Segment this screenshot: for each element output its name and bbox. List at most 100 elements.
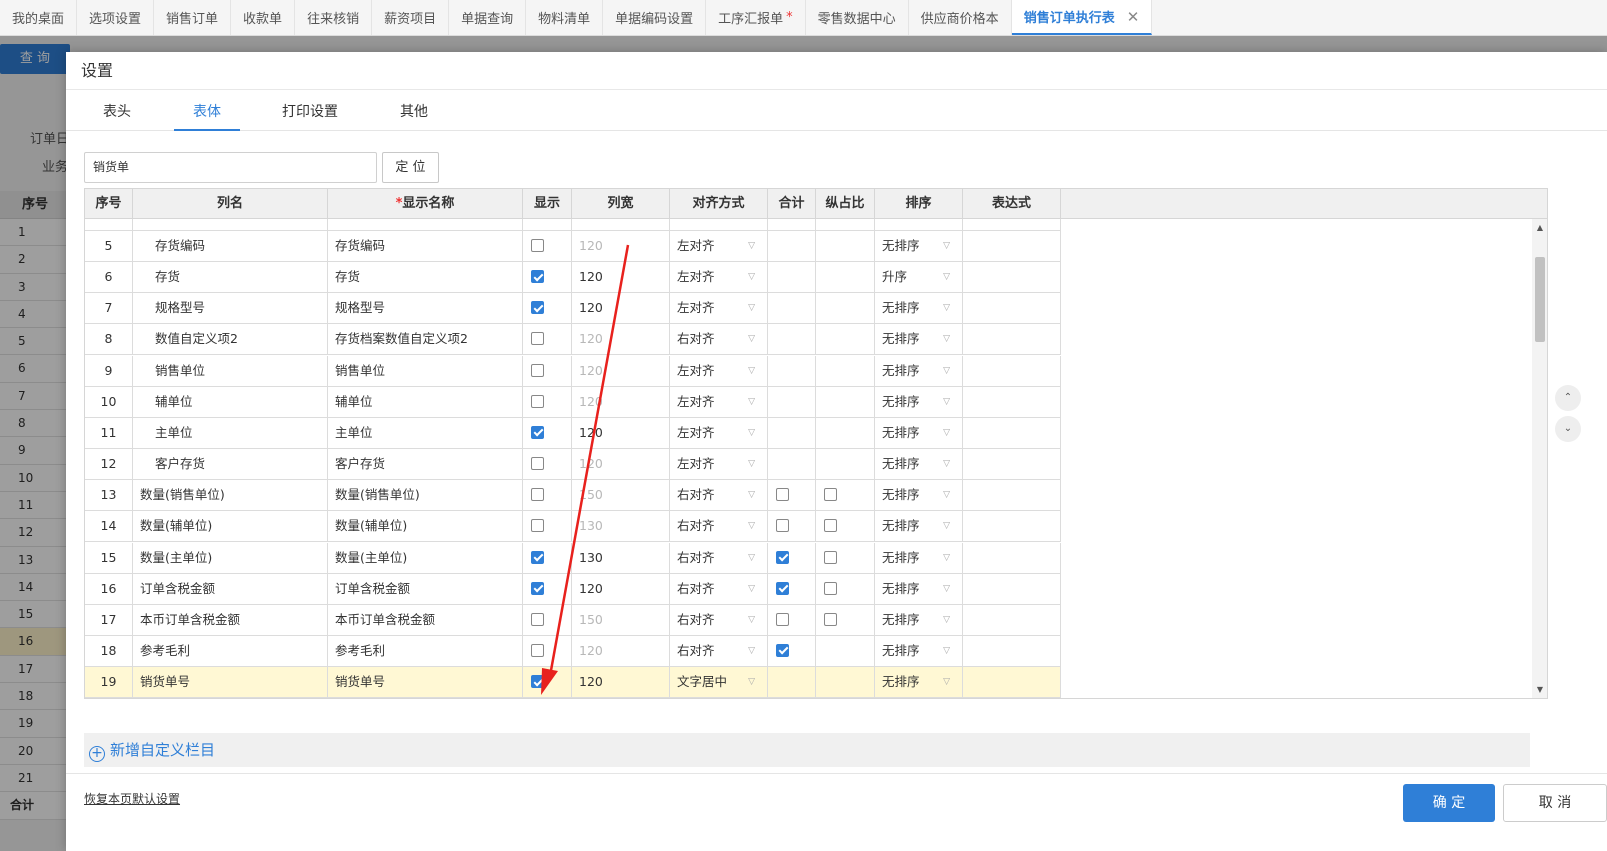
- cell-sort[interactable]: 无排序 ▽: [875, 231, 963, 261]
- cell-sort[interactable]: 无排序 ▽: [875, 635, 963, 666]
- sum-checkbox[interactable]: [776, 488, 789, 502]
- cell-width[interactable]: 120: [572, 449, 670, 480]
- sum-checkbox[interactable]: [776, 643, 789, 657]
- cell-expression[interactable]: [963, 324, 1061, 355]
- cell-expression[interactable]: [963, 386, 1061, 417]
- top-tab[interactable]: 薪资项目: [372, 0, 450, 35]
- cell-sort[interactable]: 无排序 ▽: [875, 355, 963, 386]
- table-row[interactable]: 16 订单含税金额 订单含税金额 120 右对齐 ▽ 无排序 ▽: [85, 573, 1061, 605]
- cell-align[interactable]: 右对齐 ▽: [670, 573, 768, 604]
- cell-width[interactable]: 120: [572, 231, 670, 261]
- locate-button[interactable]: 定 位: [382, 152, 439, 183]
- sum-checkbox[interactable]: [776, 612, 789, 626]
- table-row[interactable]: 14 数量(辅单位) 数量(辅单位) 130 右对齐 ▽ 无排序 ▽: [85, 511, 1061, 543]
- cell-display-name[interactable]: 销售单位: [328, 355, 523, 386]
- table-row[interactable]: 13 数量(销售单位) 数量(销售单位) 150 右对齐 ▽ 无排序 ▽: [85, 480, 1061, 512]
- sum-checkbox[interactable]: [776, 550, 789, 564]
- cell-sort[interactable]: 无排序 ▽: [875, 293, 963, 324]
- cell-align[interactable]: 左对齐 ▽: [670, 355, 768, 386]
- cell-width[interactable]: 120: [572, 417, 670, 448]
- top-tab[interactable]: 收款单: [231, 0, 296, 35]
- table-row[interactable]: 5 存货编码 存货编码 120 左对齐 ▽ 无排序 ▽: [85, 231, 1061, 262]
- cell-expression[interactable]: [963, 635, 1061, 666]
- cell-align[interactable]: 左对齐 ▽: [670, 293, 768, 324]
- cell-sort[interactable]: 无排序 ▽: [875, 324, 963, 355]
- cell-sort[interactable]: 无排序 ▽: [875, 573, 963, 604]
- cell-align[interactable]: 右对齐 ▽: [670, 511, 768, 542]
- show-checkbox[interactable]: [531, 332, 544, 346]
- show-checkbox[interactable]: [531, 581, 544, 595]
- table-row[interactable]: 12 客户存货 客户存货 120 左对齐 ▽ 无排序 ▽: [85, 449, 1061, 481]
- show-checkbox[interactable]: [531, 675, 544, 689]
- scroll-up-icon[interactable]: ▲: [1532, 223, 1547, 232]
- scroll-down-icon[interactable]: ▼: [1532, 685, 1547, 694]
- cell-width[interactable]: 130: [572, 542, 670, 573]
- top-tab[interactable]: 销售订单执行表 ✕: [1011, 0, 1153, 35]
- show-checkbox[interactable]: [531, 519, 544, 533]
- cell-sort[interactable]: 无排序 ▽: [875, 480, 963, 511]
- tab-other[interactable]: 其他: [396, 91, 432, 131]
- cell-width[interactable]: 120: [572, 324, 670, 355]
- cell-width[interactable]: 120: [572, 573, 670, 604]
- close-icon[interactable]: ✕: [1127, 8, 1140, 26]
- cell-expression[interactable]: [963, 511, 1061, 542]
- cell-width[interactable]: 150: [572, 480, 670, 511]
- top-tab[interactable]: 单据查询: [449, 0, 527, 35]
- cell-align[interactable]: 左对齐 ▽: [670, 386, 768, 417]
- table-row[interactable]: 17 本币订单含税金额 本币订单含税金额 150 右对齐 ▽ 无排序 ▽: [85, 604, 1061, 636]
- show-checkbox[interactable]: [531, 550, 544, 564]
- ratio-checkbox[interactable]: [824, 581, 837, 595]
- cell-expression[interactable]: [963, 573, 1061, 604]
- cell-sort[interactable]: 无排序 ▽: [875, 604, 963, 635]
- show-checkbox[interactable]: [531, 239, 544, 252]
- cell-expression[interactable]: [963, 542, 1061, 573]
- sum-checkbox[interactable]: [776, 519, 789, 533]
- table-row[interactable]: 8 数值自定义项2 存货档案数值自定义项2 120 右对齐 ▽ 无排序 ▽: [85, 324, 1061, 356]
- cell-display-name[interactable]: 数量(辅单位): [328, 511, 523, 542]
- cell-width[interactable]: 120: [572, 355, 670, 386]
- show-checkbox[interactable]: [531, 394, 544, 408]
- cell-expression[interactable]: [963, 417, 1061, 448]
- cell-display-name[interactable]: 存货: [328, 262, 523, 293]
- cell-display-name[interactable]: 订单含税金额: [328, 573, 523, 604]
- show-checkbox[interactable]: [531, 363, 544, 377]
- restore-defaults-link[interactable]: 恢复本页默认设置: [84, 790, 180, 807]
- ratio-checkbox[interactable]: [824, 519, 837, 533]
- cell-expression[interactable]: [963, 293, 1061, 324]
- cell-align[interactable]: 左对齐 ▽: [670, 417, 768, 448]
- cell-width[interactable]: 120: [572, 386, 670, 417]
- cell-display-name[interactable]: 规格型号: [328, 293, 523, 324]
- cell-expression[interactable]: [963, 262, 1061, 293]
- scroll-thumb[interactable]: [1535, 257, 1545, 342]
- cell-display-name[interactable]: 本币订单含税金额: [328, 604, 523, 635]
- cell-sort[interactable]: 无排序 ▽: [875, 449, 963, 480]
- show-checkbox[interactable]: [531, 270, 544, 284]
- cell-display-name[interactable]: 数量(主单位): [328, 542, 523, 573]
- cell-align[interactable]: 右对齐 ▽: [670, 324, 768, 355]
- cell-sort[interactable]: 无排序 ▽: [875, 511, 963, 542]
- cancel-button[interactable]: 取 消: [1503, 784, 1607, 822]
- show-checkbox[interactable]: [531, 612, 544, 626]
- show-checkbox[interactable]: [531, 301, 544, 315]
- cell-sort[interactable]: 升序 ▽: [875, 262, 963, 293]
- table-row[interactable]: 19 销货单号 销货单号 120 文字居中 ▽ 无排序 ▽: [85, 667, 1061, 698]
- cell-sort[interactable]: 无排序 ▽: [875, 667, 963, 698]
- ok-button[interactable]: 确 定: [1403, 784, 1495, 822]
- show-checkbox[interactable]: [531, 488, 544, 502]
- ratio-checkbox[interactable]: [824, 488, 837, 502]
- table-row[interactable]: 7 规格型号 规格型号 120 左对齐 ▽ 无排序 ▽: [85, 293, 1061, 325]
- add-custom-column-button[interactable]: + 新增自定义栏目: [84, 733, 1530, 767]
- table-row[interactable]: 15 数量(主单位) 数量(主单位) 130 右对齐 ▽ 无排序 ▽: [85, 542, 1061, 574]
- chevron-down-icon[interactable]: ⌄: [1555, 416, 1581, 442]
- cell-expression[interactable]: [963, 355, 1061, 386]
- top-tab[interactable]: 供应商价格本: [909, 0, 1012, 35]
- cell-display-name[interactable]: 主单位: [328, 417, 523, 448]
- cell-align[interactable]: 右对齐 ▽: [670, 604, 768, 635]
- cell-width[interactable]: 120: [572, 635, 670, 666]
- cell-display-name[interactable]: 存货编码: [328, 231, 523, 261]
- table-row[interactable]: 10 辅单位 辅单位 120 左对齐 ▽ 无排序 ▽: [85, 386, 1061, 418]
- cell-width[interactable]: 130: [572, 511, 670, 542]
- show-checkbox[interactable]: [531, 643, 544, 657]
- top-tab[interactable]: 我的桌面: [0, 0, 78, 35]
- top-tab[interactable]: 工序汇报单 *: [706, 0, 806, 35]
